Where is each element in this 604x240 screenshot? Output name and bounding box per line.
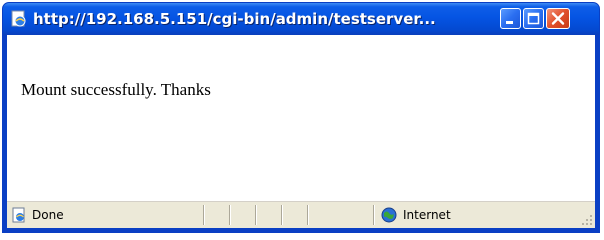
status-divider — [203, 205, 205, 225]
globe-icon — [381, 207, 397, 223]
maximize-button[interactable] — [523, 8, 544, 29]
status-text: Done — [32, 208, 64, 222]
page-content: Mount successfully. Thanks — [7, 35, 595, 202]
popup-window: http://192.168.5.151/cgi-bin/admin/tests… — [2, 2, 600, 233]
title-bar[interactable]: http://192.168.5.151/cgi-bin/admin/tests… — [3, 3, 599, 35]
minimize-icon — [506, 21, 513, 24]
status-divider — [373, 205, 375, 225]
close-button[interactable] — [546, 8, 570, 29]
resize-grip-icon[interactable] — [581, 214, 593, 226]
status-divider — [281, 205, 283, 225]
status-divider — [255, 205, 257, 225]
status-divider — [307, 205, 309, 225]
close-icon — [551, 12, 565, 25]
security-zone-label: Internet — [403, 208, 451, 222]
status-bar: Done Internet — [7, 201, 595, 228]
page-done-icon — [11, 207, 27, 223]
maximize-icon — [527, 12, 540, 25]
status-message: Mount successfully. Thanks — [21, 80, 211, 99]
status-divider — [229, 205, 231, 225]
ie-page-icon — [10, 10, 28, 28]
window-title: http://192.168.5.151/cgi-bin/admin/tests… — [33, 10, 436, 28]
minimize-button[interactable] — [500, 8, 521, 29]
